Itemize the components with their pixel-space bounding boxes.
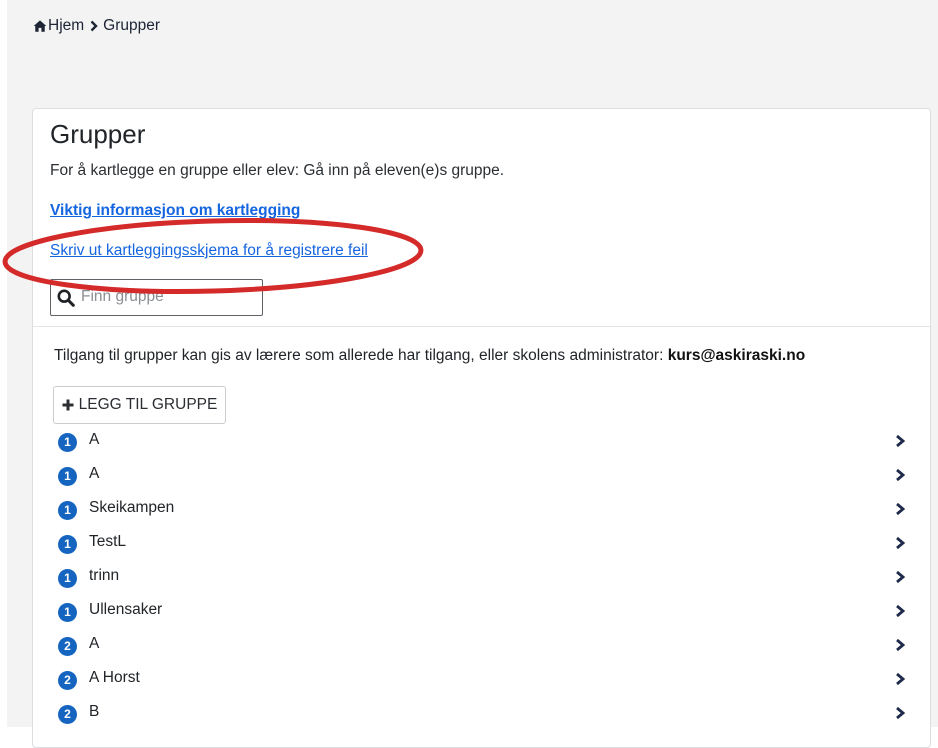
level-badge: 1	[58, 535, 77, 554]
group-name: A Horst	[89, 669, 140, 686]
level-badge: 2	[58, 637, 77, 656]
breadcrumb-current: Grupper	[103, 17, 161, 34]
level-badge: 2	[58, 671, 77, 690]
chevron-right-icon[interactable]	[894, 434, 906, 448]
home-icon[interactable]	[33, 19, 47, 33]
breadcrumb-home-link[interactable]: Hjem	[48, 17, 84, 35]
group-row[interactable]: 2 A Horst	[33, 662, 930, 696]
print-form-link[interactable]: Skriv ut kartleggingsskjema for å regist…	[50, 242, 368, 260]
chevron-right-icon[interactable]	[894, 536, 906, 550]
group-name: Skeikampen	[89, 499, 175, 516]
group-name: A	[89, 431, 100, 448]
group-name: B	[89, 703, 100, 720]
important-info-link[interactable]: Viktig informasjon om kartlegging	[50, 202, 300, 220]
level-badge: 1	[58, 603, 77, 622]
search-input[interactable]	[81, 286, 257, 308]
chevron-right-icon[interactable]	[894, 672, 906, 686]
group-name: Ullensaker	[89, 601, 163, 618]
page-title: Grupper	[50, 119, 146, 149]
add-group-label: LEGG TIL GRUPPE	[78, 396, 218, 413]
intro-text: For å kartlegge en gruppe eller elev: Gå…	[50, 162, 505, 179]
chevron-right-icon[interactable]	[894, 468, 906, 482]
group-row[interactable]: 1 A	[33, 424, 930, 458]
group-name: A	[89, 465, 100, 482]
group-row[interactable]: 1 trinn	[33, 560, 930, 594]
group-row[interactable]: 1 A	[33, 458, 930, 492]
group-row[interactable]: 2 B	[33, 696, 930, 730]
card-header: Grupper For å kartlegge en gruppe eller …	[33, 109, 930, 327]
group-row[interactable]: 1 Ullensaker	[33, 594, 930, 628]
level-badge: 1	[58, 501, 77, 520]
chevron-right-icon[interactable]	[894, 604, 906, 618]
breadcrumb: Hjem Grupper	[33, 17, 160, 35]
chevron-right-icon[interactable]	[894, 502, 906, 516]
level-badge: 1	[58, 467, 77, 486]
chevron-right-icon[interactable]	[894, 706, 906, 720]
level-badge: 2	[58, 705, 77, 724]
search-box	[50, 279, 263, 316]
access-info: Tilgang til grupper kan gis av lærere so…	[54, 347, 805, 365]
plus-icon	[62, 399, 74, 411]
groups-card: Grupper For å kartlegge en gruppe eller …	[32, 108, 931, 748]
admin-email: kurs@askiraski.no	[667, 347, 806, 364]
access-text: Tilgang til grupper kan gis av lærere so…	[54, 347, 668, 364]
search-icon	[57, 289, 75, 307]
group-name: TestL	[89, 533, 127, 550]
group-name: A	[89, 635, 100, 652]
group-row[interactable]: 2 A	[33, 628, 930, 662]
chevron-right-icon	[90, 20, 98, 32]
group-row[interactable]: 1 TestL	[33, 526, 930, 560]
chevron-right-icon[interactable]	[894, 638, 906, 652]
add-group-button[interactable]: LEGG TIL GRUPPE	[53, 386, 226, 424]
group-name: trinn	[89, 567, 120, 584]
level-badge: 1	[58, 433, 77, 452]
level-badge: 1	[58, 569, 77, 588]
group-row[interactable]: 1 Skeikampen	[33, 492, 930, 526]
group-list: 1 A 1 A 1 Skeikampen 1 TestL 1 trinn 1 U…	[33, 424, 930, 730]
chevron-right-icon[interactable]	[894, 570, 906, 584]
